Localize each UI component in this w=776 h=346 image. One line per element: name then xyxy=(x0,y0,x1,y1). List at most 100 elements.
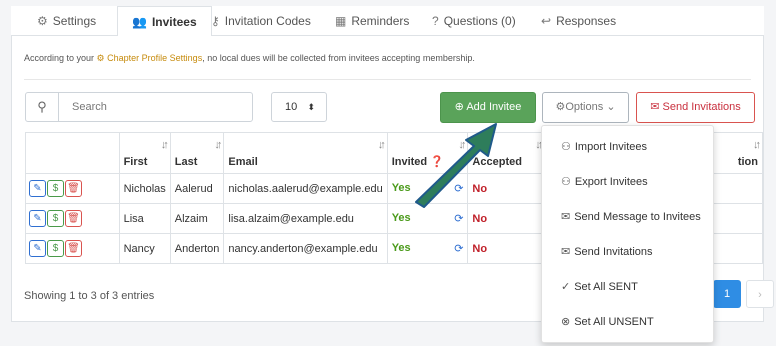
header-label: First xyxy=(123,156,148,168)
column-header-accepted[interactable]: ↓↑ Accepted xyxy=(467,132,546,174)
chevron-down-icon: ⌄ xyxy=(606,101,616,113)
link-text: Chapter Profile Settings xyxy=(107,53,203,63)
envelope-icon: ✉ xyxy=(650,101,660,113)
gear-icon: ⚙ xyxy=(555,101,566,113)
cell-first: Nancy xyxy=(118,233,171,264)
menu-item-set-all-sent[interactable]: ✓ Set All SENT xyxy=(542,270,713,305)
tab-label: Invitation Codes xyxy=(224,14,311,28)
trash-icon[interactable]: 🗑 xyxy=(65,210,82,227)
table-info: Showing 1 to 3 of 3 entries xyxy=(24,290,155,302)
gear-icon: ⚙ xyxy=(37,14,48,28)
chapter-profile-settings-link[interactable]: ⚙ Chapter Profile Settings xyxy=(97,53,203,63)
check-circle-icon: ✓ xyxy=(561,281,571,293)
cell-invited: Yes ⟳ xyxy=(386,233,469,264)
dues-notice: According to your ⚙ Chapter Profile Sett… xyxy=(24,53,475,64)
row-actions: ✎ $ 🗑 xyxy=(25,233,120,264)
tab-label: Settings xyxy=(52,14,97,28)
cell-last: Alzaim xyxy=(169,203,225,234)
menu-item-import-invitees[interactable]: ⚇ Import Invitees xyxy=(542,130,713,165)
accepted-status: No xyxy=(472,212,488,225)
options-dropdown-menu: ⚇ Import Invitees ⚇ Export Invitees ✉ Send … xyxy=(541,125,714,343)
search-box[interactable]: ⚲ Search xyxy=(25,92,253,122)
tab-questions[interactable]: ? Questions (0) xyxy=(432,6,516,36)
key-icon: ⚷ xyxy=(211,14,220,28)
cell-accepted: No xyxy=(467,233,546,264)
menu-item-send-invitations[interactable]: ✉ Send Invitations xyxy=(542,235,713,270)
sort-icon: ↓↑ xyxy=(458,139,466,151)
tab-settings[interactable]: ⚙ Settings xyxy=(37,6,96,36)
cash-icon[interactable]: $ xyxy=(47,210,64,227)
invited-status: Yes xyxy=(391,242,411,254)
row-actions: ✎ $ 🗑 xyxy=(25,203,120,234)
tab-label: Responses xyxy=(556,14,617,28)
users-icon: 👥 xyxy=(132,15,147,29)
header-label: Last xyxy=(174,156,198,168)
pagination-next-button[interactable]: › xyxy=(746,280,774,308)
cell-invited: Yes ⟳ xyxy=(386,203,469,234)
trash-icon[interactable]: 🗑 xyxy=(65,240,82,257)
add-invitee-button[interactable]: ⊕ Add Invitee xyxy=(440,92,536,123)
gear-icon: ⚙ xyxy=(96,53,105,63)
menu-item-label: Send Invitations xyxy=(574,246,653,258)
row-actions: ✎ $ 🗑 xyxy=(25,173,120,204)
button-label: Options xyxy=(565,101,604,113)
column-header-first[interactable]: ↓↑ First xyxy=(118,132,171,174)
edit-icon[interactable]: ✎ xyxy=(29,210,46,227)
menu-item-label: Send Message to Invitees xyxy=(574,211,701,223)
cash-icon[interactable]: $ xyxy=(47,180,64,197)
column-header-email[interactable]: ↓↑ Email xyxy=(223,132,388,174)
cell-invited: Yes ⟳ xyxy=(386,173,469,204)
edit-icon[interactable]: ✎ xyxy=(29,240,46,257)
sort-icon: ↓↑ xyxy=(377,139,386,151)
header-label: Email xyxy=(228,156,258,168)
page-length-value: 10 xyxy=(285,101,298,113)
options-button[interactable]: ⚙Options ⌄ xyxy=(542,92,629,123)
menu-item-label: Set All SENT xyxy=(574,281,638,293)
invited-status: Yes xyxy=(391,212,411,224)
menu-item-set-all-unsent[interactable]: ⊗ Set All UNSENT xyxy=(542,305,713,340)
trash-icon[interactable]: 🗑 xyxy=(65,180,82,197)
accepted-status: No xyxy=(472,182,488,195)
tab-invitation-codes[interactable]: ⚷ Invitation Codes xyxy=(211,6,311,36)
menu-item-send-message[interactable]: ✉ Send Message to Invitees xyxy=(542,200,713,235)
users-icon: ⚇ xyxy=(561,141,571,153)
sort-icon: ↓↑ xyxy=(214,139,222,151)
tab-bar: ⚙ Settings 👥 Invitees ⚷ Invitation Codes ▦ R… xyxy=(11,6,764,37)
search-input[interactable]: Search xyxy=(72,101,107,113)
sort-icon: ↓↑ xyxy=(753,139,761,151)
pagination-page-1[interactable]: 1 xyxy=(713,280,741,308)
cell-email: nicholas.aalerud@example.edu xyxy=(223,173,388,204)
sync-icon[interactable]: ⟳ xyxy=(454,182,463,195)
button-label: Add Invitee xyxy=(466,101,522,113)
menu-item-label: Export Invitees xyxy=(574,176,648,188)
accepted-status: No xyxy=(472,242,488,255)
envelope-icon: ✉ xyxy=(561,211,571,223)
header-label: Accepted xyxy=(472,156,522,168)
users-icon: ⚇ xyxy=(561,176,571,188)
cell-accepted: No xyxy=(467,203,546,234)
tab-responses[interactable]: ↩ Responses xyxy=(541,6,616,36)
sync-icon[interactable]: ⟳ xyxy=(454,242,463,255)
cell-last: Anderton xyxy=(169,233,225,264)
tab-invitees[interactable]: 👥 Invitees xyxy=(117,6,212,37)
cash-icon[interactable]: $ xyxy=(47,240,64,257)
sort-icon: ↓↑ xyxy=(535,139,543,151)
page-length-select[interactable]: 10 ⬍ xyxy=(271,92,327,122)
column-header-invited[interactable]: ↓↑ Invited ❓ xyxy=(386,132,469,174)
button-label: Send Invitations xyxy=(662,101,741,113)
cell-last: Aalerud xyxy=(169,173,225,204)
cell-email: lisa.alzaim@example.edu xyxy=(223,203,388,234)
tab-label: Invitees xyxy=(151,15,197,29)
header-label: tion xyxy=(737,156,758,168)
invited-status: Yes xyxy=(391,182,411,194)
sort-icon: ↓↑ xyxy=(160,139,169,151)
help-icon[interactable]: ❓ xyxy=(430,156,444,168)
sync-icon[interactable]: ⟳ xyxy=(454,212,463,225)
calendar-icon: ▦ xyxy=(335,14,347,28)
tab-label: Questions (0) xyxy=(443,14,516,28)
edit-icon[interactable]: ✎ xyxy=(29,180,46,197)
tab-reminders[interactable]: ▦ Reminders xyxy=(335,6,409,36)
column-header-last[interactable]: ↓↑ Last xyxy=(169,132,225,174)
send-invitations-button[interactable]: ✉ Send Invitations xyxy=(636,92,755,123)
menu-item-export-invitees[interactable]: ⚇ Export Invitees xyxy=(542,165,713,200)
